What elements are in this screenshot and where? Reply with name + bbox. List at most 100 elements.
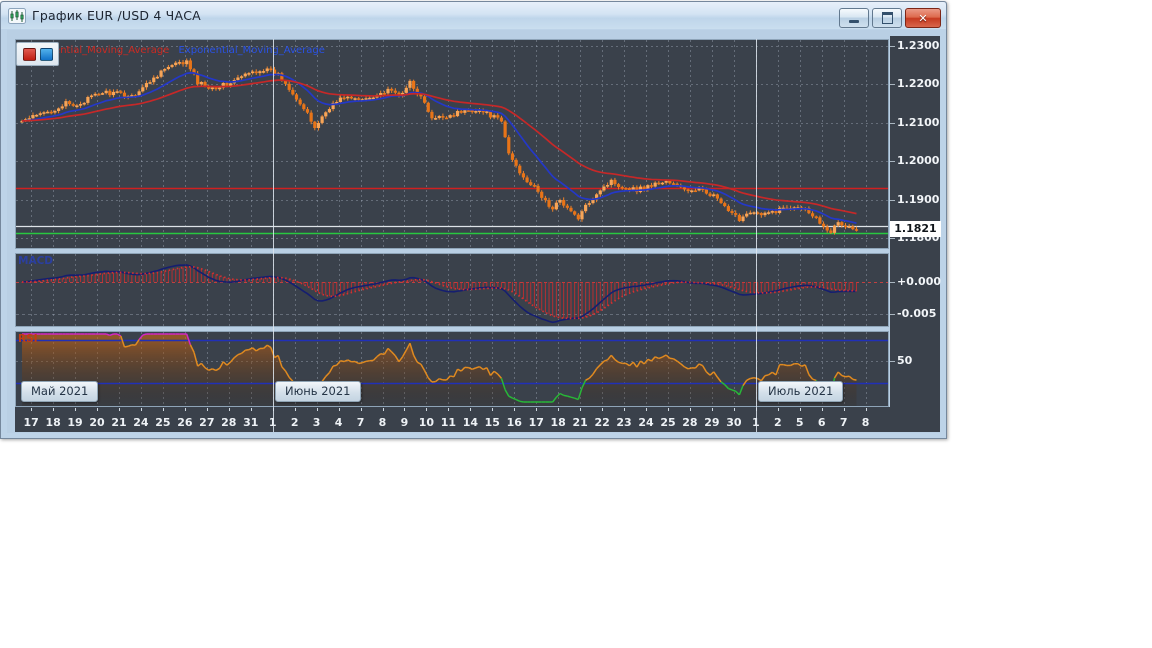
- time-tick: [843, 408, 845, 411]
- time-tick: [404, 408, 406, 411]
- time-tick: [711, 408, 713, 411]
- time-tick: [75, 408, 77, 411]
- time-label: 14: [462, 416, 478, 429]
- time-label: 3: [312, 416, 321, 429]
- time-tick: [821, 408, 823, 411]
- month-separator: [273, 39, 274, 432]
- time-label: 10: [418, 416, 435, 429]
- time-label: 27: [199, 416, 215, 429]
- month-label: Май 2021: [21, 381, 99, 402]
- time-tick: [514, 408, 516, 411]
- time-label: 18: [45, 416, 61, 429]
- month-separator: [756, 39, 757, 432]
- current-price-tag: 1.1821: [890, 221, 941, 237]
- time-tick: [250, 408, 252, 411]
- time-tick: [799, 408, 801, 411]
- time-label: 20: [89, 416, 105, 429]
- time-tick: [184, 408, 186, 411]
- minimize-button[interactable]: [839, 8, 869, 28]
- chart-window: График EUR /USD 4 ЧАСА ✕ Exponential_Mov…: [0, 1, 947, 439]
- time-label: 19: [67, 416, 83, 429]
- time-label: 8: [378, 416, 387, 429]
- main-chart-canvas[interactable]: [16, 40, 888, 248]
- time-tick: [602, 408, 604, 411]
- time-label: 2: [290, 416, 299, 429]
- candlestick-chart-icon: [8, 7, 26, 24]
- time-label: 28: [682, 416, 698, 429]
- time-label: 11: [440, 416, 457, 429]
- time-label: 8: [861, 416, 870, 429]
- time-label: 7: [839, 416, 848, 429]
- time-label: 22: [594, 416, 610, 429]
- time-label: 2: [773, 416, 782, 429]
- titlebar[interactable]: График EUR /USD 4 ЧАСА ✕: [1, 2, 946, 29]
- maximize-icon: [881, 12, 893, 24]
- month-label: Июнь 2021: [275, 381, 361, 402]
- time-tick: [338, 408, 340, 411]
- time-label: 7: [356, 416, 365, 429]
- time-label: 4: [334, 416, 343, 429]
- price-tick: 1.2300: [890, 39, 943, 53]
- maximize-button[interactable]: [872, 8, 902, 28]
- time-label: 9: [400, 416, 409, 429]
- time-label: 25: [660, 416, 676, 429]
- price-tick: 1.2000: [890, 154, 943, 168]
- macd-tick: +0.000: [890, 275, 942, 288]
- close-button[interactable]: ✕: [905, 8, 941, 28]
- time-tick: [448, 408, 450, 411]
- rsi-label: RSI: [18, 333, 38, 345]
- time-tick: [382, 408, 384, 411]
- time-tick: [118, 408, 120, 411]
- time-label: 26: [177, 416, 193, 429]
- time-tick: [492, 408, 494, 411]
- time-label: 31: [243, 416, 259, 429]
- red-indicator-button[interactable]: [22, 47, 36, 61]
- month-label: Июль 2021: [758, 381, 844, 402]
- chart-area: Exponential_Moving_Average Exponential_M…: [7, 30, 943, 433]
- time-label: 23: [616, 416, 632, 429]
- time-tick: [667, 408, 669, 411]
- price-tick: 1.2100: [890, 116, 943, 130]
- indicator-legend: Exponential_Moving_Average Exponential_M…: [23, 45, 325, 56]
- minimize-icon: [849, 20, 859, 23]
- time-label: 17: [528, 416, 544, 429]
- time-label: 30: [726, 416, 742, 429]
- macd-label: MACD: [18, 255, 53, 267]
- time-tick: [580, 408, 582, 411]
- time-label: 24: [133, 416, 149, 429]
- time-tick: [536, 408, 538, 411]
- time-label: 5: [795, 416, 804, 429]
- time-label: 16: [506, 416, 522, 429]
- time-label: 6: [817, 416, 826, 429]
- time-tick: [470, 408, 472, 411]
- time-tick: [31, 408, 33, 411]
- blue-indicator-button[interactable]: [39, 47, 53, 61]
- time-tick: [865, 408, 867, 411]
- time-label: 18: [550, 416, 566, 429]
- time-tick: [624, 408, 626, 411]
- time-label: 21: [572, 416, 588, 429]
- time-tick: [777, 408, 779, 411]
- time-label: 17: [23, 416, 39, 429]
- time-tick: [689, 408, 691, 411]
- macd-tick: -0.005: [890, 307, 943, 321]
- ma-blue-label: Exponential_Moving_Average: [178, 45, 325, 56]
- price-tick: 1.1900: [890, 193, 943, 207]
- macd-canvas[interactable]: [16, 254, 888, 326]
- time-tick: [646, 408, 648, 411]
- time-label: 24: [638, 416, 654, 429]
- time-tick: [316, 408, 318, 411]
- time-label: 15: [484, 416, 500, 429]
- time-tick: [162, 408, 164, 411]
- close-icon: ✕: [918, 11, 928, 25]
- screen: { "window": { "title": "График EUR /USD …: [0, 0, 1152, 648]
- rsi-tick: 50: [890, 354, 943, 368]
- time-tick: [733, 408, 735, 411]
- time-label: 21: [111, 416, 127, 429]
- time-label: 29: [704, 416, 720, 429]
- time-tick: [228, 408, 230, 411]
- time-tick: [53, 408, 55, 411]
- time-tick: [294, 408, 296, 411]
- price-tick: 1.2200: [890, 77, 943, 91]
- time-label: 28: [221, 416, 237, 429]
